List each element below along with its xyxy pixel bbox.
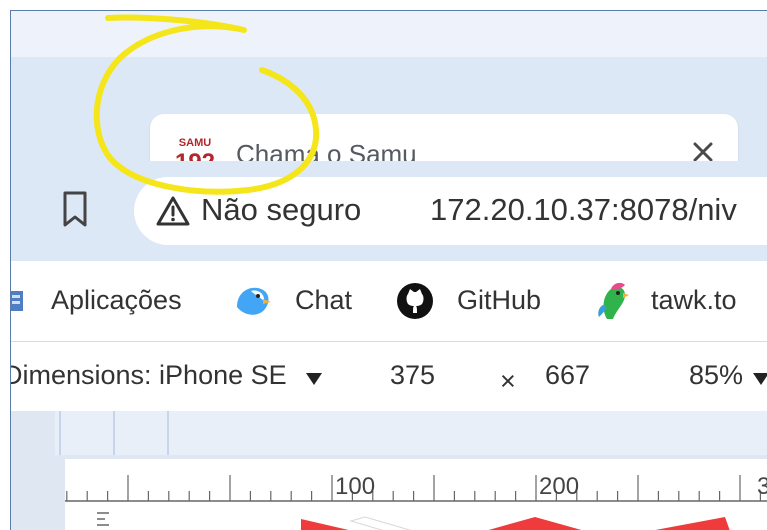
tab-strip: SAMU 192 Chama o Samu (11, 57, 767, 194)
favicon-samu-text: SAMU (179, 137, 211, 149)
media-query-bar[interactable] (55, 411, 767, 455)
security-status-label[interactable]: Não seguro (201, 192, 361, 228)
bookmark-aplicacoes[interactable]: Aplicações (11, 279, 196, 323)
page-preview-red-shape (488, 517, 582, 530)
browser-window: SAMU 192 Chama o Samu Não seguro 172.20.… (10, 10, 767, 530)
url-text[interactable]: 172.20.10.37:8078/niv (430, 192, 737, 228)
page-preview-white-shape (349, 516, 412, 530)
ruler-label-300: 3 (757, 473, 767, 500)
dimensions-select[interactable]: Dimensions: iPhone SE (11, 360, 287, 391)
vertical-ruler-mark (97, 512, 109, 526)
chat-bird-icon (237, 287, 271, 315)
bookmark-github[interactable]: GitHub (395, 279, 555, 323)
bookmark-tawk[interactable]: tawk.to (593, 279, 767, 323)
width-input[interactable]: 375 (390, 360, 435, 391)
tawk-parrot-icon (598, 282, 629, 319)
height-input[interactable]: 667 (545, 360, 590, 391)
dimension-times: × (500, 366, 516, 396)
dropdown-arrow-icon[interactable] (305, 372, 323, 386)
address-bar[interactable]: Não seguro 172.20.10.37:8078/niv (134, 177, 767, 245)
page-preview-red-shape (655, 517, 730, 530)
devtools-strip: 100 200 3 (11, 411, 767, 530)
title-bar (11, 11, 767, 57)
bookmark-label: tawk.to (651, 285, 737, 315)
github-icon (397, 283, 433, 319)
bookmark-label: GitHub (457, 285, 542, 315)
breakpoint-divider (167, 411, 169, 455)
browser-toolbar: Não seguro 172.20.10.37:8078/niv (11, 161, 767, 261)
apps-icon (11, 291, 23, 311)
zoom-select[interactable]: 85% (689, 360, 743, 391)
ruler-label-200: 200 (539, 473, 579, 500)
horizontal-ruler: 100 200 3 (65, 459, 767, 530)
page-preview-red-shape (301, 519, 349, 530)
bookmark-label: Aplicações (51, 285, 182, 315)
zoom-dropdown-arrow-icon[interactable] (752, 372, 767, 386)
device-toolbar: Dimensions: iPhone SE 375 × 667 85% (11, 341, 767, 411)
ruler-ticks: 100 200 3 (65, 473, 767, 530)
warning-icon[interactable] (156, 195, 190, 227)
breakpoint-divider (59, 411, 61, 455)
ruler-label-100: 100 (335, 473, 375, 500)
bookmark-icon[interactable] (57, 187, 93, 231)
bookmarks-bar: Aplicações Chat GitHub tawk.to (11, 261, 767, 341)
bookmark-chat[interactable]: Chat (233, 279, 361, 323)
bookmark-label: Chat (295, 285, 353, 315)
breakpoint-divider (113, 411, 115, 455)
